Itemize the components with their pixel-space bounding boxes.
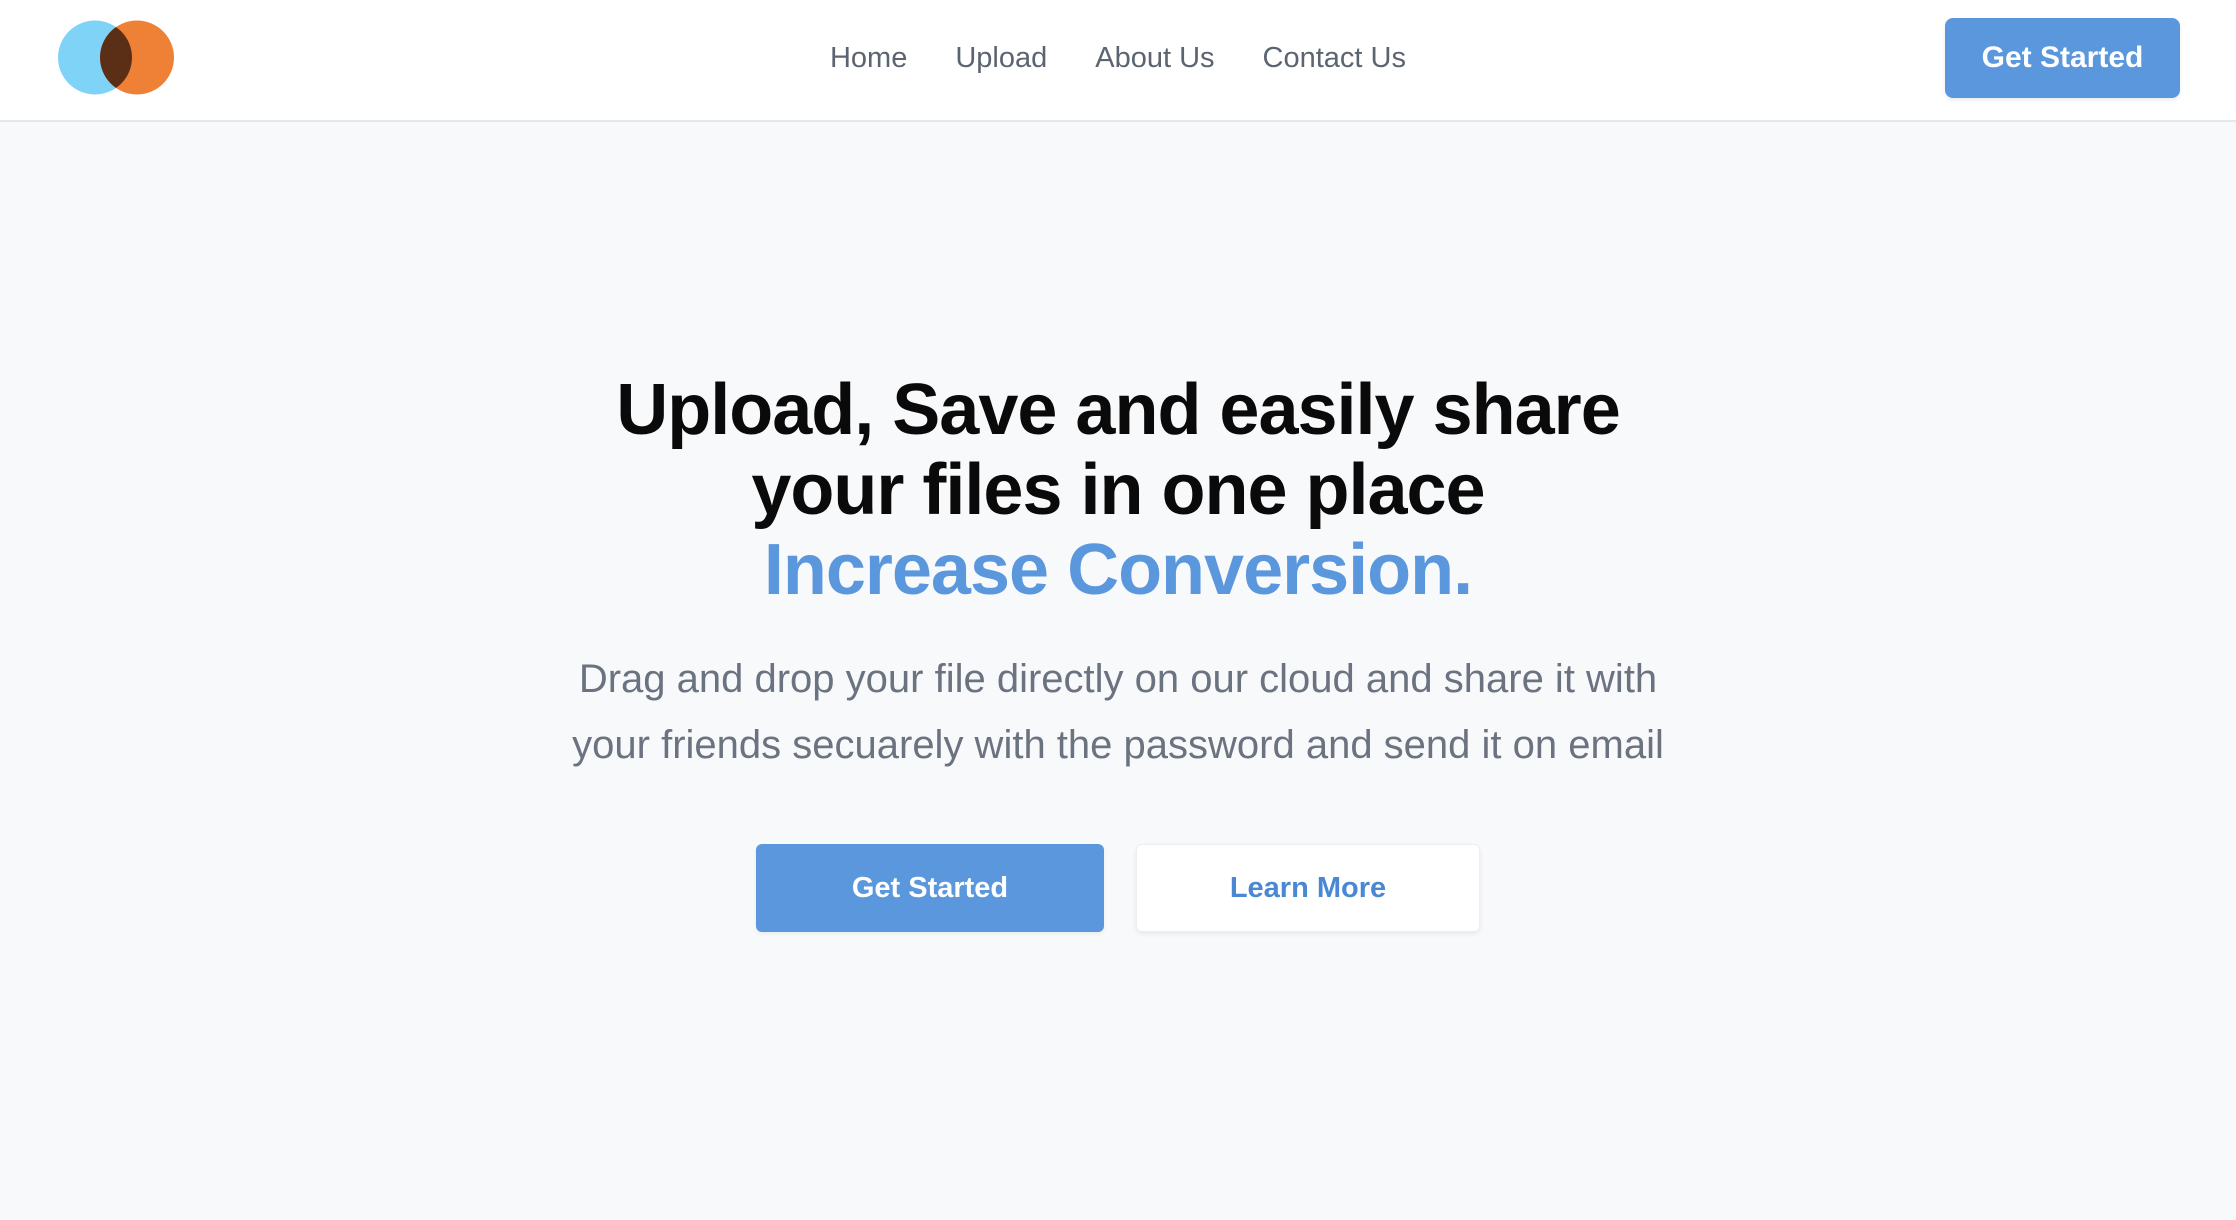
- nav-link-upload[interactable]: Upload: [955, 42, 1047, 75]
- hero-section: Upload, Save and easily share your files…: [0, 370, 2236, 932]
- hero-actions: Get Started Learn More: [0, 844, 2236, 932]
- header-get-started-button[interactable]: Get Started: [1945, 18, 2180, 98]
- get-started-button[interactable]: Get Started: [756, 844, 1104, 932]
- hero-headline: Upload, Save and easily share your files…: [543, 370, 1693, 610]
- site-header: Home Upload About Us Contact Us Get Star…: [0, 0, 2236, 122]
- overlapping-circles-logo-icon[interactable]: [58, 20, 174, 95]
- main-nav: Home Upload About Us Contact Us: [0, 0, 2236, 116]
- nav-link-contact-us[interactable]: Contact Us: [1263, 42, 1406, 75]
- learn-more-button[interactable]: Learn More: [1136, 844, 1480, 932]
- nav-link-home[interactable]: Home: [830, 42, 907, 75]
- hero-headline-main: Upload, Save and easily share your files…: [616, 370, 1620, 530]
- nav-link-about-us[interactable]: About Us: [1095, 42, 1214, 75]
- hero-headline-accent: Increase Conversion.: [763, 530, 1473, 610]
- hero-subtitle: Drag and drop your file directly on our …: [572, 657, 1664, 767]
